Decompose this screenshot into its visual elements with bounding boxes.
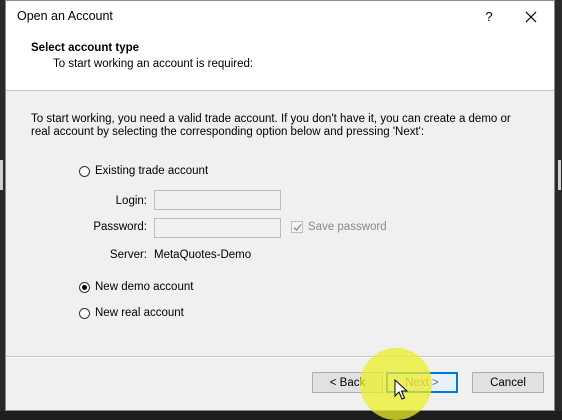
title-bar: Open an Account ? bbox=[6, 1, 554, 32]
demo-account-option[interactable]: New demo account bbox=[79, 281, 193, 293]
header-title: Select account type bbox=[31, 42, 140, 54]
window-title: Open an Account bbox=[17, 9, 113, 23]
real-account-option[interactable]: New real account bbox=[79, 307, 184, 319]
background-app-marker bbox=[558, 160, 561, 190]
server-label: Server: bbox=[109, 249, 147, 261]
header-subtitle: To start working an account is required: bbox=[53, 58, 254, 70]
real-account-radio[interactable] bbox=[79, 307, 90, 319]
wizard-header: Select account type To start working an … bbox=[6, 32, 554, 91]
instructions-text: To start working, you need a valid trade… bbox=[31, 113, 511, 138]
footer-divider-highlight bbox=[6, 357, 554, 358]
save-password-checkbox[interactable] bbox=[291, 221, 303, 233]
existing-account-label: Existing trade account bbox=[95, 165, 209, 177]
real-account-label: New real account bbox=[95, 307, 184, 319]
demo-account-label: New demo account bbox=[95, 281, 194, 293]
back-button[interactable]: < Back bbox=[312, 372, 383, 393]
login-label: Login: bbox=[115, 195, 147, 207]
background-app-right-edge bbox=[555, 0, 562, 411]
existing-account-radio[interactable] bbox=[79, 165, 90, 177]
demo-account-radio[interactable] bbox=[79, 281, 90, 293]
open-account-dialog: Open an Account ? Select account type To… bbox=[5, 0, 555, 411]
password-label: Password: bbox=[93, 221, 147, 233]
save-password-label: Save password bbox=[308, 221, 387, 233]
close-button[interactable] bbox=[518, 6, 544, 28]
login-field[interactable] bbox=[154, 190, 281, 210]
server-value: MetaQuotes-Demo bbox=[154, 249, 252, 261]
next-button-label: Next > bbox=[405, 376, 439, 389]
background-app-marker bbox=[0, 160, 3, 190]
help-button[interactable]: ? bbox=[478, 7, 500, 27]
save-password-option[interactable]: Save password bbox=[291, 221, 387, 233]
existing-account-option[interactable]: Existing trade account bbox=[79, 165, 208, 177]
cancel-button[interactable]: Cancel bbox=[472, 372, 544, 393]
next-button[interactable]: Next > bbox=[386, 372, 458, 393]
back-button-label: < Back bbox=[329, 376, 366, 389]
cancel-button-label: Cancel bbox=[490, 376, 526, 389]
password-field[interactable] bbox=[154, 218, 281, 238]
close-icon bbox=[525, 11, 537, 23]
checkmark-icon bbox=[293, 224, 302, 231]
